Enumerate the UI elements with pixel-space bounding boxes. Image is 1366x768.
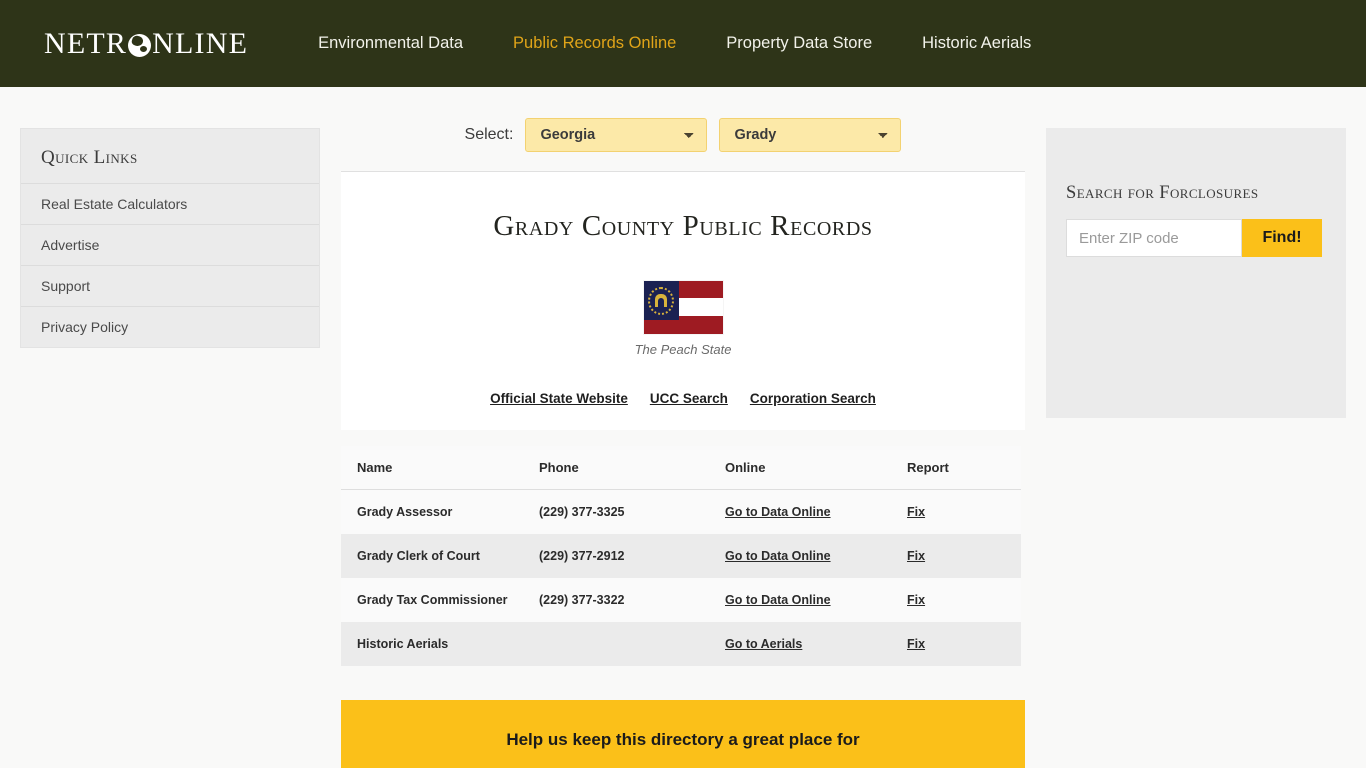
banner-text: Help us keep this directory a great plac…: [506, 730, 860, 749]
public-records-table: Name Phone Online Report Grady Assessor …: [341, 446, 1021, 666]
state-nickname: The Peach State: [634, 342, 732, 357]
column-header-report: Report: [891, 446, 1021, 490]
state-select[interactable]: Georgia: [525, 118, 708, 152]
cell-online: Go to Data Online: [709, 578, 891, 622]
globe-icon: [128, 34, 152, 57]
state-links: Official State Website UCC Search Corpor…: [341, 391, 1025, 406]
go-to-aerials-link[interactable]: Go to Aerials: [725, 637, 802, 651]
cell-name: Historic Aerials: [341, 622, 523, 666]
directory-promo-banner: Help us keep this directory a great plac…: [341, 700, 1025, 768]
logo-text-left: NETR: [44, 26, 128, 60]
cell-report: Fix: [891, 622, 1021, 666]
go-to-data-online-link[interactable]: Go to Data Online: [725, 505, 831, 519]
table-row: Grady Tax Commissioner (229) 377-3322 Go…: [341, 578, 1021, 622]
cell-online: Go to Aerials: [709, 622, 891, 666]
netronline-logo[interactable]: NETR NLINE: [44, 27, 248, 61]
select-label: Select:: [464, 126, 514, 143]
fix-link[interactable]: Fix: [907, 505, 925, 519]
georgia-flag-icon: [643, 281, 723, 334]
fix-link[interactable]: Fix: [907, 549, 925, 563]
primary-navigation: Environmental Data Public Records Online…: [318, 34, 1031, 53]
location-selector-bar: Select: Georgia Grady: [341, 87, 1025, 171]
cell-phone: [523, 622, 709, 666]
table-row: Grady Clerk of Court (229) 377-2912 Go t…: [341, 534, 1021, 578]
sidebar-item-real-estate-calculators[interactable]: Real Estate Calculators: [21, 183, 319, 224]
fix-link[interactable]: Fix: [907, 637, 925, 651]
page-title: Grady County Public Records: [493, 210, 873, 242]
cell-name: Grady Clerk of Court: [341, 534, 523, 578]
column-header-name: Name: [341, 446, 523, 490]
nav-item-property-data-store[interactable]: Property Data Store: [726, 34, 872, 53]
cell-online: Go to Data Online: [709, 489, 891, 534]
cell-phone: (229) 377-3322: [523, 578, 709, 622]
nav-item-historic-aerials[interactable]: Historic Aerials: [922, 34, 1031, 53]
zip-code-input[interactable]: [1066, 219, 1242, 257]
column-header-online: Online: [709, 446, 891, 490]
table-row: Grady Assessor (229) 377-3325 Go to Data…: [341, 489, 1021, 534]
cell-phone: (229) 377-2912: [523, 534, 709, 578]
link-official-state-website[interactable]: Official State Website: [490, 391, 628, 406]
sidebar-item-advertise[interactable]: Advertise: [21, 224, 319, 265]
cell-phone: (229) 377-3325: [523, 489, 709, 534]
cell-name: Grady Assessor: [341, 489, 523, 534]
nav-item-public-records-online[interactable]: Public Records Online: [513, 34, 676, 53]
sidebar-item-privacy-policy[interactable]: Privacy Policy: [21, 306, 319, 347]
main-content: Select: Georgia Grady Grady County Publi…: [341, 87, 1025, 768]
cell-report: Fix: [891, 534, 1021, 578]
state-flag-wrap: The Peach State: [341, 281, 1025, 357]
cell-report: Fix: [891, 578, 1021, 622]
link-ucc-search[interactable]: UCC Search: [650, 391, 728, 406]
table-row: Historic Aerials Go to Aerials Fix: [341, 622, 1021, 666]
sidebar-item-support[interactable]: Support: [21, 265, 319, 306]
nav-item-environmental-data[interactable]: Environmental Data: [318, 34, 463, 53]
cell-report: Fix: [891, 489, 1021, 534]
link-corporation-search[interactable]: Corporation Search: [750, 391, 876, 406]
site-header: NETR NLINE Environmental Data Public Reco…: [0, 0, 1366, 87]
go-to-data-online-link[interactable]: Go to Data Online: [725, 549, 831, 563]
zip-search-row: Find!: [1066, 219, 1346, 257]
cell-name: Grady Tax Commissioner: [341, 578, 523, 622]
table-header-row: Name Phone Online Report: [341, 446, 1021, 490]
logo-text-right: NLINE: [152, 26, 249, 60]
cell-online: Go to Data Online: [709, 534, 891, 578]
forclosure-search-panel: Search for Forclosures Find!: [1046, 128, 1346, 418]
forclosure-search-title: Search for Forclosures: [1066, 183, 1259, 203]
quick-links-panel: Quick Links Real Estate Calculators Adve…: [20, 128, 320, 348]
county-header-panel: Grady County Public Records The Peach St…: [341, 171, 1025, 430]
county-select[interactable]: Grady: [719, 118, 902, 152]
fix-link[interactable]: Fix: [907, 593, 925, 607]
go-to-data-online-link[interactable]: Go to Data Online: [725, 593, 831, 607]
column-header-phone: Phone: [523, 446, 709, 490]
find-button[interactable]: Find!: [1242, 219, 1322, 257]
quick-links-title: Quick Links: [41, 147, 138, 168]
page-body: Quick Links Real Estate Calculators Adve…: [0, 87, 1366, 768]
